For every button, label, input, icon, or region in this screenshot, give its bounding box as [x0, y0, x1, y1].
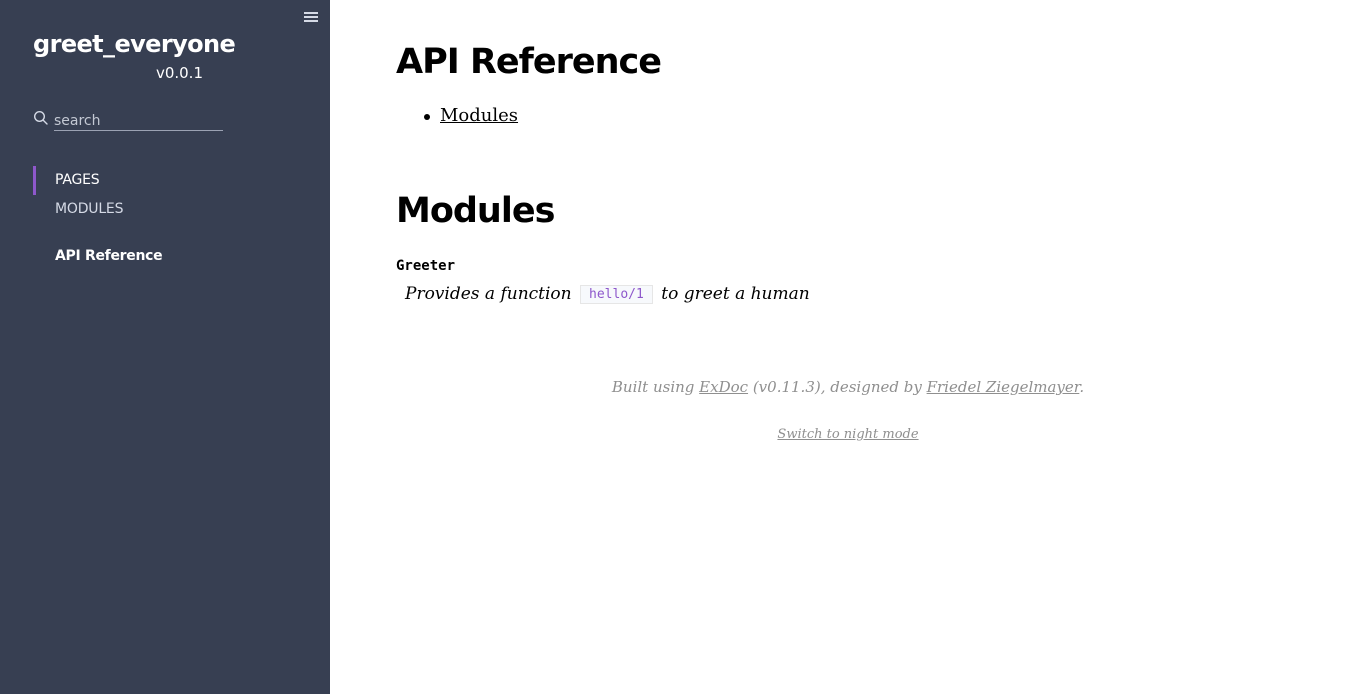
- footer-night-mode: Switch to night mode: [330, 427, 1366, 442]
- modules-heading: Modules: [396, 191, 555, 231]
- sidebar-tabs: PAGES MODULES: [33, 166, 123, 224]
- designer-link[interactable]: Friedel Ziegelmayer: [927, 378, 1080, 396]
- hamburger-menu-icon[interactable]: [303, 10, 319, 24]
- project-name[interactable]: greet_everyone: [33, 30, 236, 58]
- tab-pages[interactable]: PAGES: [33, 166, 123, 195]
- sidebar: greet_everyone v0.0.1 PAGES MODULES API …: [0, 0, 330, 694]
- footer-built-suffix: .: [1079, 378, 1085, 396]
- night-mode-toggle[interactable]: Switch to night mode: [777, 427, 918, 442]
- footer-built-prefix: Built using: [611, 378, 695, 396]
- search-box: [33, 108, 223, 132]
- footer-credits: Built using ExDoc (v0.11.3), designed by…: [330, 378, 1366, 396]
- exdoc-link[interactable]: ExDoc: [699, 378, 748, 396]
- summary-text-before: Provides a function: [405, 284, 572, 304]
- inline-code: hello/1: [580, 285, 653, 304]
- footer-built-middle: (v0.11.3), designed by: [752, 378, 922, 396]
- bullet: [424, 114, 430, 120]
- search-input[interactable]: [54, 108, 223, 131]
- module-link-greeter[interactable]: Greeter: [396, 258, 455, 274]
- module-summary: Provides a function hello/1 to greet a h…: [405, 284, 810, 304]
- sidebar-item-api-reference[interactable]: API Reference: [55, 248, 163, 264]
- search-icon: [33, 110, 48, 125]
- toc-link-modules[interactable]: Modules: [440, 105, 518, 126]
- tab-modules[interactable]: MODULES: [33, 195, 123, 224]
- page-title: API Reference: [396, 42, 662, 82]
- main-content: API Reference Modules Modules Greeter Pr…: [330, 0, 1366, 694]
- summary-text-after: to greet a human: [661, 284, 810, 304]
- project-version: v0.0.1: [155, 64, 203, 82]
